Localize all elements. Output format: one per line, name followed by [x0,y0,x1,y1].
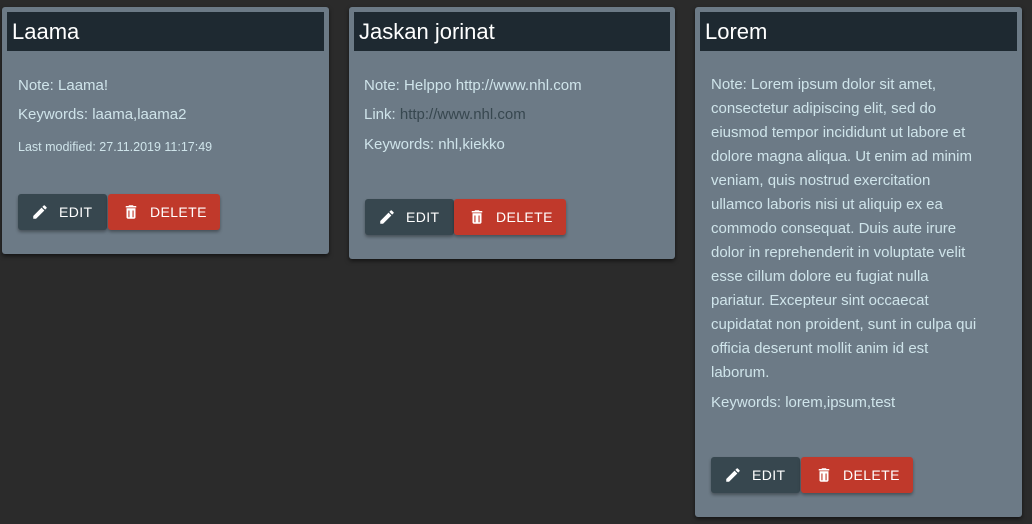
note-card: Jaskan jorinat Note: Helppo http://www.n… [349,7,675,259]
note-text-line: ullamco laboris nisi ut aliquip ex ea [711,196,943,213]
note-text-line: esse cillum dolore eu fugiat nulla [711,268,929,285]
note-link[interactable]: http://www.nhl.com [400,106,526,123]
note-text: Note: Laama! [18,77,109,94]
note-title: Lorem [700,12,1017,51]
note-text-line: eiusmod tempor incididunt ut labore et [711,124,966,141]
delete-button[interactable]: DELETE [454,199,566,235]
delete-button-label: DELETE [150,204,207,220]
delete-button[interactable]: DELETE [801,457,913,493]
note-last-modified: Last modified: 27.11.2019 11:17:49 [18,140,213,154]
trash-icon [815,466,843,484]
note-keywords: Keywords: lorem,ipsum,test [711,394,896,411]
edit-button[interactable]: EDIT [365,199,454,235]
note-title: Laama [7,12,324,51]
note-text-line: veniam, quis nostrud exercitation [711,172,931,189]
note-text-line: consectetur adipiscing elit, sed do [711,100,937,117]
note-text-line: cupidatat non proident, sunt in culpa qu… [711,316,977,333]
note-card: Lorem Note: Lorem ipsum dolor sit amet, … [695,7,1022,517]
note-text-line: officia deserunt mollit anim id est [711,340,929,357]
note-text-line: laborum. [711,364,770,381]
pencil-icon [31,203,59,221]
note-text-line: dolore magna aliqua. Ut enim ad minim [711,148,972,165]
delete-button-label: DELETE [843,467,900,483]
note-title: Jaskan jorinat [354,12,670,51]
note-link-row: Link: http://www.nhl.com [364,103,526,127]
edit-button-label: EDIT [406,209,440,225]
note-text: Note: Lorem ipsum dolor sit amet, consec… [711,73,1016,385]
pencil-icon [724,466,752,484]
trash-icon [468,208,496,226]
note-keywords: Keywords: nhl,kiekko [364,136,505,153]
edit-button-label: EDIT [59,204,93,220]
edit-button[interactable]: EDIT [711,457,800,493]
note-card: Laama Note: Laama! Keywords: laama,laama… [2,7,329,254]
pencil-icon [378,208,406,226]
note-keywords: Keywords: laama,laama2 [18,106,187,123]
note-text-line: pariatur. Excepteur sint occaecat [711,292,929,309]
note-text-line: Note: Lorem ipsum dolor sit amet, [711,76,937,93]
note-link-label: Link: [364,106,400,123]
note-text-line: dolor in reprehenderit in voluptate veli… [711,244,966,261]
edit-button[interactable]: EDIT [18,194,107,230]
note-text: Note: Helppo http://www.nhl.com [364,77,582,94]
delete-button[interactable]: DELETE [108,194,220,230]
edit-button-label: EDIT [752,467,786,483]
note-text-line: commodo consequat. Duis aute irure [711,220,957,237]
delete-button-label: DELETE [496,209,553,225]
trash-icon [122,203,150,221]
